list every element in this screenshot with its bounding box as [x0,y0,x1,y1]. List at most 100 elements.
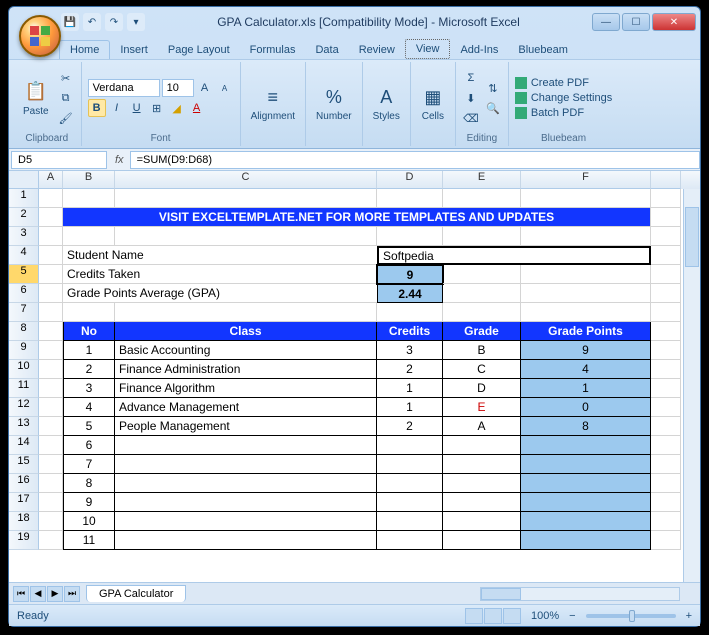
cell-class[interactable] [115,455,377,474]
cell[interactable] [521,303,651,322]
zoom-slider[interactable] [586,614,676,618]
cell-gp[interactable] [521,493,651,512]
cell-no[interactable]: 4 [63,398,115,417]
th-gp[interactable]: Grade Points [521,322,651,341]
col-header[interactable]: D [377,171,443,189]
view-layout-icon[interactable] [484,608,502,624]
cell[interactable] [115,227,377,246]
tab-bluebeam[interactable]: Bluebeam [508,41,578,59]
styles-button[interactable]: AStyles [369,83,404,124]
row-header[interactable]: 4 [9,246,39,265]
cell[interactable] [651,189,681,208]
col-header[interactable]: C [115,171,377,189]
sheet-nav-first-icon[interactable]: ⏮ [13,586,29,602]
tab-insert[interactable]: Insert [110,41,158,59]
cell-credits[interactable]: 2 [377,360,443,379]
name-box[interactable]: D5 [11,151,107,169]
cell-no[interactable]: 10 [63,512,115,531]
cell-credits[interactable]: 3 [377,341,443,360]
tab-formulas[interactable]: Formulas [240,41,306,59]
tab-home[interactable]: Home [59,40,110,59]
cell-credits[interactable] [377,531,443,550]
th-grade[interactable]: Grade [443,322,521,341]
underline-button[interactable]: U [128,99,146,117]
cut-icon[interactable]: ✂ [57,69,75,87]
italic-button[interactable]: I [108,99,126,117]
cell[interactable] [377,189,443,208]
credits-taken-label[interactable]: Credits Taken [63,265,377,284]
maximize-button[interactable]: ☐ [622,13,650,31]
row-header[interactable]: 18 [9,512,39,531]
view-break-icon[interactable] [503,608,521,624]
cell-grade[interactable] [443,512,521,531]
row-header[interactable]: 16 [9,474,39,493]
col-header[interactable]: B [63,171,115,189]
select-all-corner[interactable] [9,171,39,189]
tab-data[interactable]: Data [305,41,348,59]
scroll-thumb[interactable] [685,207,699,267]
cell-grade[interactable]: E [443,398,521,417]
cell-grade[interactable] [443,493,521,512]
cell[interactable] [443,189,521,208]
cell-class[interactable]: People Management [115,417,377,436]
cell-grade[interactable]: B [443,341,521,360]
cell[interactable] [443,227,521,246]
sort-icon[interactable]: ⇅ [484,79,502,97]
cell-grade[interactable] [443,531,521,550]
cell-class[interactable]: Advance Management [115,398,377,417]
qat-redo-icon[interactable]: ↷ [105,13,123,31]
cell-no[interactable]: 6 [63,436,115,455]
qat-undo-icon[interactable]: ↶ [83,13,101,31]
col-header[interactable]: F [521,171,651,189]
shrink-font-icon[interactable]: A [216,79,234,97]
cell-credits[interactable] [377,455,443,474]
cell[interactable] [39,227,63,246]
gpa-value[interactable]: 2.44 [377,284,443,303]
cell-grade[interactable] [443,455,521,474]
row-header[interactable]: 19 [9,531,39,550]
cell-grade[interactable] [443,436,521,455]
cell[interactable] [651,227,681,246]
zoom-level[interactable]: 100% [531,610,559,622]
cell-gp[interactable] [521,531,651,550]
create-pdf-button[interactable]: Create PDF [515,77,612,89]
close-button[interactable]: ✕ [652,13,696,31]
tab-addins[interactable]: Add-Ins [450,41,508,59]
banner[interactable]: VISIT EXCELTEMPLATE.NET FOR MORE TEMPLAT… [63,208,651,227]
cell-credits[interactable]: 1 [377,398,443,417]
cell[interactable] [63,227,115,246]
alignment-button[interactable]: ≡Alignment [247,83,299,124]
cell-no[interactable]: 9 [63,493,115,512]
th-credits[interactable]: Credits [377,322,443,341]
row-header[interactable]: 15 [9,455,39,474]
cell[interactable] [651,303,681,322]
format-painter-icon[interactable]: 🖌 [57,109,75,127]
cell-class[interactable] [115,531,377,550]
row-header[interactable]: 13 [9,417,39,436]
row-header[interactable]: 6 [9,284,39,303]
cell-class[interactable] [115,474,377,493]
cell-gp[interactable]: 8 [521,417,651,436]
cell-gp[interactable] [521,512,651,531]
cell-credits[interactable] [377,474,443,493]
cell-class[interactable] [115,436,377,455]
row-header[interactable]: 10 [9,360,39,379]
autosum-icon[interactable]: Σ [462,69,480,87]
cell-class[interactable] [115,493,377,512]
row-header[interactable]: 1 [9,189,39,208]
tab-page-layout[interactable]: Page Layout [158,41,240,59]
view-normal-icon[interactable] [465,608,483,624]
cell-credits[interactable]: 2 [377,417,443,436]
cell-gp[interactable]: 9 [521,341,651,360]
change-settings-button[interactable]: Change Settings [515,92,612,104]
cell-no[interactable]: 5 [63,417,115,436]
qat-more-icon[interactable]: ▾ [127,13,145,31]
row-header[interactable]: 8 [9,322,39,341]
cell[interactable] [521,227,651,246]
cell-gp[interactable]: 0 [521,398,651,417]
cell-class[interactable]: Finance Administration [115,360,377,379]
grow-font-icon[interactable]: A [196,79,214,97]
col-header[interactable] [651,171,681,189]
cell[interactable] [39,208,63,227]
fill-icon[interactable]: ⬇ [462,89,480,107]
